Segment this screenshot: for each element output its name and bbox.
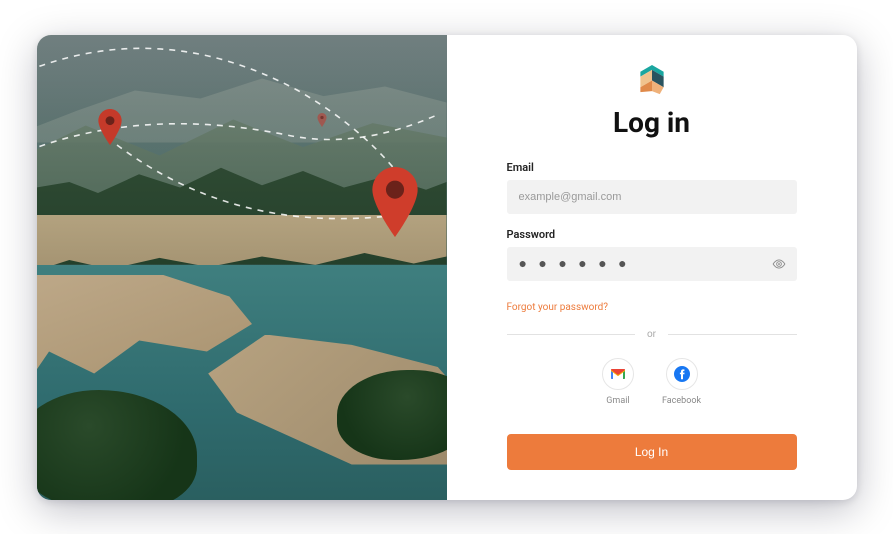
hero-image <box>37 35 447 500</box>
brand-logo-icon <box>637 65 667 96</box>
gmail-label: Gmail <box>606 396 629 406</box>
map-pin-icon <box>370 167 420 237</box>
divider: or <box>507 329 797 340</box>
email-input[interactable] <box>507 180 797 214</box>
facebook-login-button[interactable]: Facebook <box>662 358 701 406</box>
gmail-icon <box>610 368 626 380</box>
password-input[interactable]: ● ● ● ● ● ● <box>507 247 797 281</box>
map-pin-icon <box>317 113 327 127</box>
login-form: Email Password ● ● ● ● ● ● Forgot your p… <box>507 161 797 470</box>
facebook-label: Facebook <box>662 396 701 406</box>
login-button[interactable]: Log In <box>507 434 797 470</box>
page-title: Log in <box>613 106 690 139</box>
login-panel: Log in Email Password ● ● ● ● ● ● Forgot… <box>447 35 857 500</box>
toggle-password-visibility-button[interactable] <box>769 254 789 274</box>
eye-icon <box>772 257 786 271</box>
divider-label: or <box>635 329 668 340</box>
gmail-login-button[interactable]: Gmail <box>602 358 634 406</box>
forgot-password-link[interactable]: Forgot your password? <box>507 302 609 313</box>
password-label: Password <box>507 228 797 241</box>
route-paths-icon <box>37 35 447 500</box>
email-label: Email <box>507 161 797 174</box>
map-pin-icon <box>97 109 123 145</box>
login-card: Log in Email Password ● ● ● ● ● ● Forgot… <box>37 35 857 500</box>
facebook-icon <box>674 366 690 382</box>
